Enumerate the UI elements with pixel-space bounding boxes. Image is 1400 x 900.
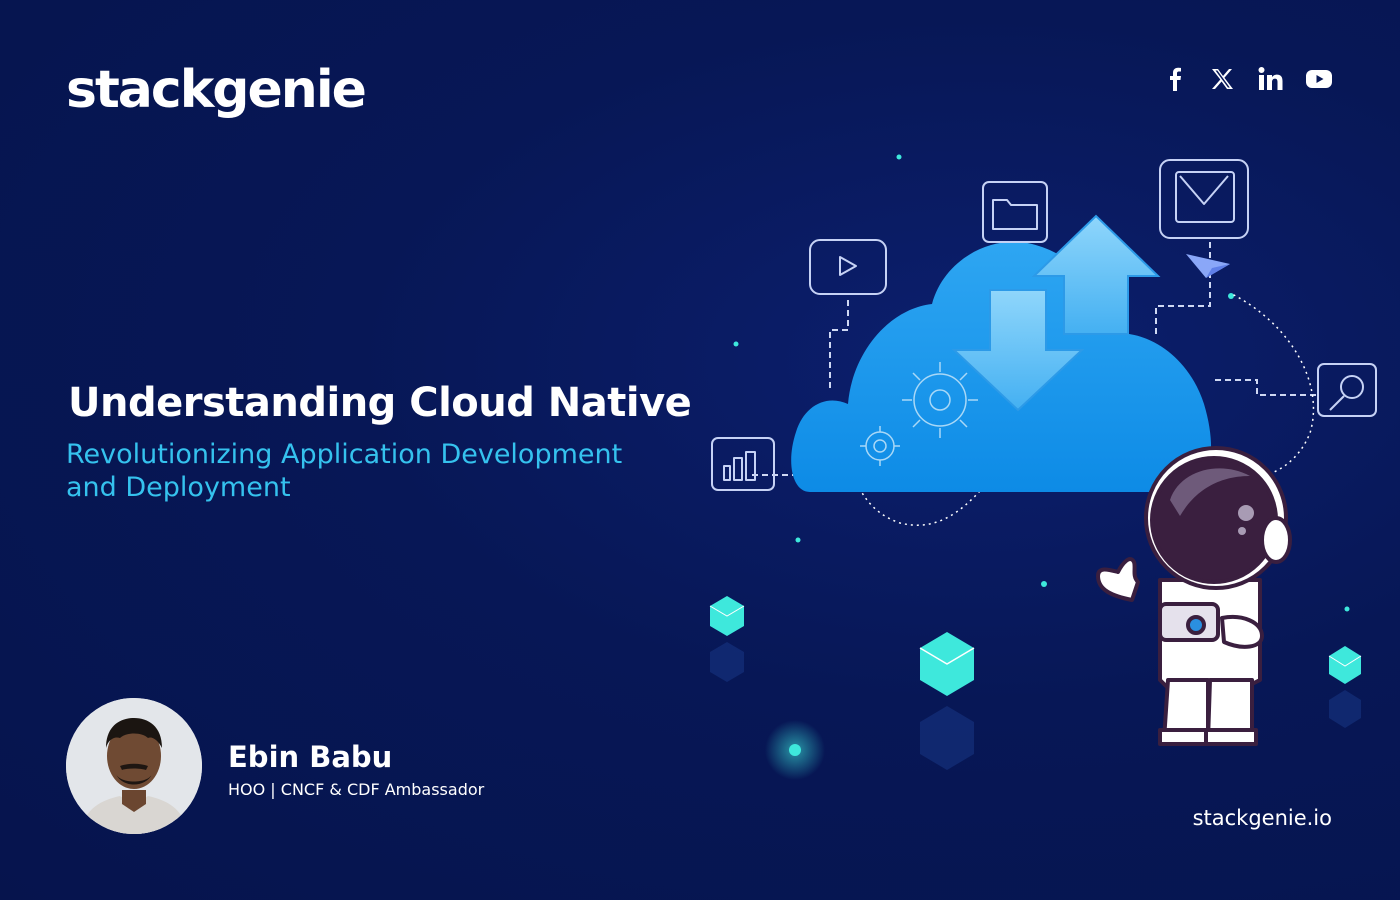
- astronaut-illustration: [1096, 446, 1292, 746]
- bar-chart-icon: [711, 437, 775, 491]
- page-subtitle: Revolutionizing Application Development …: [66, 439, 623, 503]
- cube-small-left: [709, 596, 745, 682]
- star-dot: [896, 154, 902, 160]
- cube-large-center: [919, 632, 975, 770]
- star-dot: [795, 537, 801, 543]
- cloud-illustration: [709, 154, 1377, 780]
- star-dot: [1228, 293, 1234, 299]
- send-icon: [1186, 254, 1230, 278]
- star-dot: [1344, 606, 1350, 612]
- youtube-icon[interactable]: [1306, 66, 1332, 92]
- x-icon[interactable]: [1210, 66, 1236, 92]
- search-icon: [1317, 363, 1377, 417]
- linkedin-icon[interactable]: [1258, 66, 1284, 92]
- folder-icon: [982, 181, 1048, 243]
- play-icon: [809, 239, 887, 295]
- star-dot: [1041, 581, 1047, 587]
- cube-small-right: [1328, 646, 1362, 728]
- author-role: HOO | CNCF & CDF Ambassador: [228, 780, 485, 799]
- facebook-icon[interactable]: [1162, 66, 1188, 92]
- glow-dot-core: [789, 744, 801, 756]
- author-name: Ebin Babu: [228, 740, 393, 774]
- star-dot: [733, 341, 739, 347]
- social-links: [1162, 66, 1332, 92]
- mail-icon: [1159, 159, 1249, 239]
- page-title: Understanding Cloud Native: [68, 380, 692, 426]
- website-link[interactable]: stackgenie.io: [1193, 806, 1332, 830]
- author-avatar: [66, 698, 202, 834]
- brand-logo[interactable]: stackgenie: [66, 60, 367, 120]
